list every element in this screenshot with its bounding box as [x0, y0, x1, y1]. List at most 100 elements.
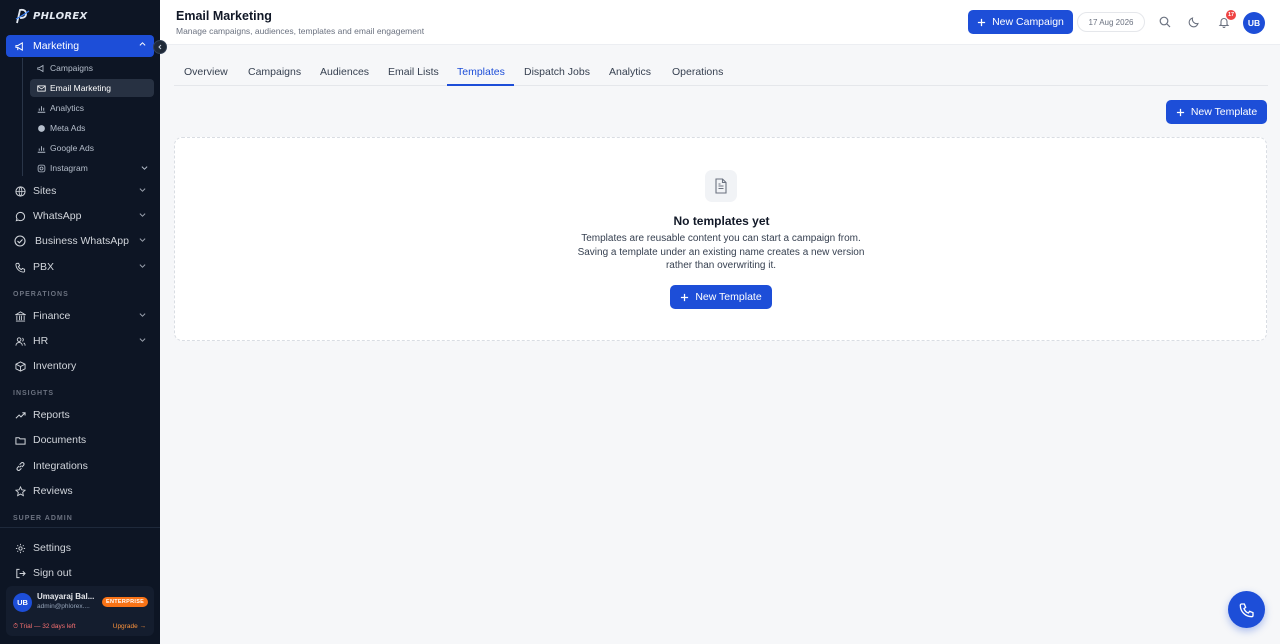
- chevron-down-icon: [139, 313, 146, 317]
- plus-icon: [977, 18, 986, 26]
- chevron-left-icon: [158, 44, 162, 50]
- sidebar-item-sign-out[interactable]: Sign out: [6, 562, 154, 584]
- sidebar-item-reports[interactable]: Reports: [6, 404, 154, 426]
- phone-icon: [1239, 602, 1254, 617]
- empty-state-card: No templates yet Templates are reusable …: [174, 137, 1267, 341]
- sidebar-subitem-label: Email Marketing: [50, 83, 111, 93]
- chevron-down-icon: [139, 264, 146, 268]
- new-template-label: New Template: [1190, 106, 1258, 118]
- notification-badge: 17: [1226, 10, 1236, 20]
- tab-audiences[interactable]: Audiences: [320, 66, 369, 86]
- date-display: 17 Aug 2026: [1077, 12, 1145, 32]
- empty-state-description: Templates are reusable content you can s…: [577, 233, 865, 271]
- chevron-down-icon: [139, 188, 146, 192]
- sidebar-item-label: PBX: [33, 261, 55, 273]
- bar-chart-icon: [36, 143, 46, 153]
- sidebar-item-label: HR: [33, 335, 49, 347]
- logo-mark-icon: [15, 8, 30, 24]
- sidebar-subitem-label: Google Ads: [50, 143, 94, 153]
- mail-icon: [36, 83, 46, 93]
- sidebar-item-hr[interactable]: HR: [6, 330, 154, 352]
- tab-bar: Overview Campaigns Audiences Email Lists…: [174, 60, 1268, 86]
- link-icon: [14, 460, 26, 472]
- sidebar-item-marketing[interactable]: Marketing: [6, 35, 154, 57]
- sidebar-item-integrations[interactable]: Integrations: [6, 455, 154, 477]
- sidebar-subitem-campaigns[interactable]: Campaigns: [30, 59, 154, 77]
- sidebar-item-finance[interactable]: Finance: [6, 305, 154, 327]
- tab-templates[interactable]: Templates: [457, 66, 505, 86]
- top-header: Email Marketing Manage campaigns, audien…: [160, 0, 1280, 45]
- sidebar-item-reviews[interactable]: Reviews: [6, 480, 154, 502]
- tab-dispatch-jobs[interactable]: Dispatch Jobs: [524, 66, 590, 86]
- sidebar-item-business-whatsapp[interactable]: Business WhatsApp: [6, 230, 154, 252]
- sidebar-subitem-email-marketing[interactable]: Email Marketing: [30, 79, 154, 97]
- tab-analytics[interactable]: Analytics: [609, 66, 651, 86]
- search-icon[interactable]: [1159, 16, 1171, 28]
- phone-icon: [14, 261, 26, 273]
- section-label-super-admin: SUPER ADMIN: [13, 515, 73, 522]
- upgrade-link[interactable]: Upgrade →: [113, 623, 146, 630]
- sidebar-subitem-meta-ads[interactable]: Meta Ads: [30, 119, 154, 137]
- sidebar-item-label: Finance: [33, 310, 71, 322]
- trial-status: ⏱ Trial — 32 days left: [13, 623, 76, 630]
- plan-badge: ENTERPRISE: [102, 597, 149, 607]
- tab-overview[interactable]: Overview: [184, 66, 228, 86]
- sidebar-item-label: Sites: [33, 185, 57, 197]
- new-template-button[interactable]: New Template: [1166, 100, 1267, 124]
- chevron-down-icon: [139, 338, 146, 342]
- logo-text: PHLOREX: [33, 10, 88, 22]
- call-fab-button[interactable]: [1228, 591, 1265, 628]
- globe-icon: [14, 185, 26, 197]
- user-email: admin@phlorex....: [37, 603, 90, 610]
- sidebar-divider: [0, 527, 160, 528]
- sidebar-item-label: Integrations: [33, 460, 88, 472]
- sidebar-item-inventory[interactable]: Inventory: [6, 355, 154, 377]
- tab-campaigns[interactable]: Campaigns: [248, 66, 301, 86]
- sidebar-item-sites[interactable]: Sites: [6, 180, 154, 202]
- bank-icon: [14, 310, 26, 322]
- chevron-down-icon: [139, 213, 146, 217]
- sidebar-item-label: Settings: [33, 542, 71, 554]
- empty-state-new-template-button[interactable]: New Template: [670, 285, 772, 309]
- sidebar-item-label: WhatsApp: [33, 210, 82, 222]
- sidebar-item-label: Sign out: [33, 567, 72, 579]
- sidebar-subitem-analytics[interactable]: Analytics: [30, 99, 154, 117]
- avatar: UB: [13, 593, 32, 612]
- sidebar-collapse-button[interactable]: [153, 40, 167, 54]
- new-campaign-button[interactable]: New Campaign: [968, 10, 1073, 34]
- tab-email-lists[interactable]: Email Lists: [388, 66, 439, 86]
- chat-bubble-icon: [14, 210, 26, 222]
- folder-icon: [14, 434, 26, 446]
- check-circle-icon: [14, 235, 26, 247]
- page-title: Email Marketing: [176, 9, 272, 23]
- box-icon: [14, 360, 26, 372]
- sidebar-item-settings[interactable]: Settings: [6, 537, 154, 559]
- sidebar-item-whatsapp[interactable]: WhatsApp: [6, 205, 154, 227]
- users-icon: [14, 335, 26, 347]
- new-template-label: New Template: [695, 291, 762, 303]
- new-campaign-label: New Campaign: [992, 16, 1064, 28]
- logout-icon: [14, 567, 26, 579]
- brand-logo[interactable]: PHLOREX: [14, 7, 88, 25]
- sidebar-item-label: Marketing: [33, 40, 80, 52]
- sidebar-item-documents[interactable]: Documents: [6, 429, 154, 451]
- sidebar-subitem-instagram[interactable]: Instagram: [30, 159, 154, 177]
- moon-icon[interactable]: [1188, 16, 1200, 28]
- sidebar: PHLOREX Marketing Campaigns Email Market…: [0, 0, 167, 644]
- sidebar-item-label: Business WhatsApp: [35, 235, 129, 247]
- megaphone-icon: [14, 40, 26, 52]
- sidebar-subitem-label: Campaigns: [50, 63, 93, 73]
- sidebar-item-label: Documents: [33, 434, 87, 446]
- user-card[interactable]: UB Umayaraj Bal... admin@phlorex.... ENT…: [6, 586, 154, 636]
- tab-operations[interactable]: Operations: [672, 66, 723, 86]
- plus-icon: [681, 293, 689, 301]
- sidebar-item-pbx[interactable]: PBX: [6, 256, 154, 278]
- section-label-insights: INSIGHTS: [13, 390, 55, 397]
- sidebar-subitem-google-ads[interactable]: Google Ads: [30, 139, 154, 157]
- trending-up-icon: [14, 409, 26, 421]
- submenu-guide-line: [22, 58, 23, 176]
- avatar[interactable]: UB: [1243, 12, 1265, 34]
- megaphone-icon: [36, 63, 46, 73]
- instagram-icon: [36, 163, 46, 173]
- sidebar-item-label: Reviews: [33, 485, 73, 497]
